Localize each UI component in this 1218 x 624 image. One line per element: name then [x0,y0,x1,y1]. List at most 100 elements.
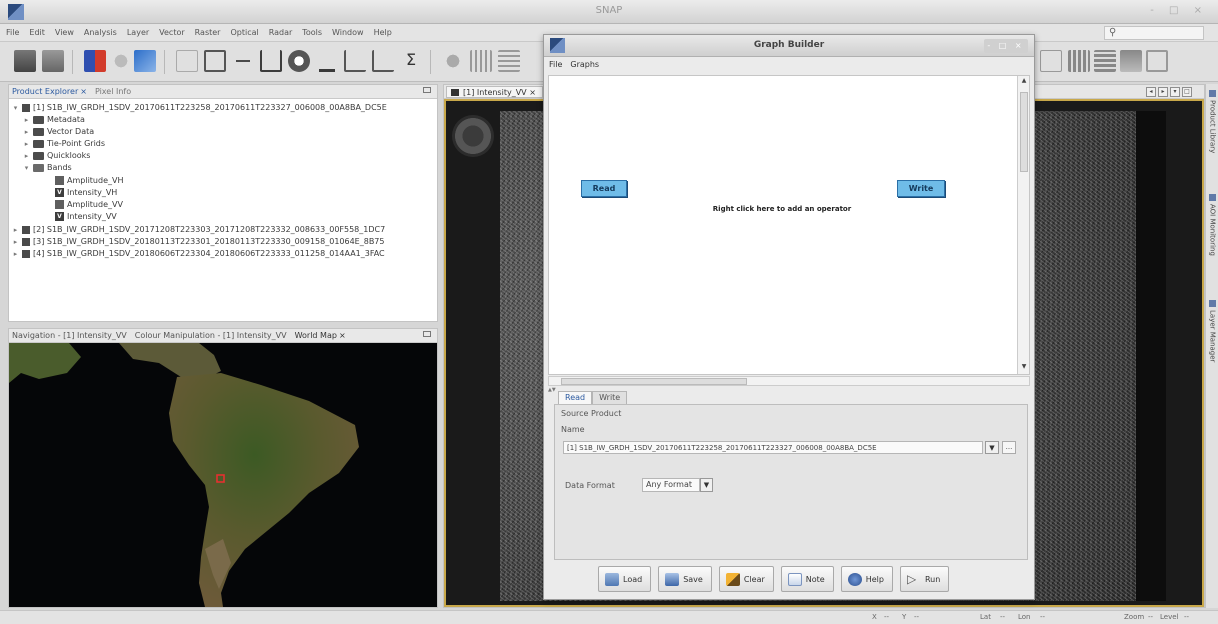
horizontal-scrollbar[interactable] [548,376,1030,386]
data-format-select[interactable]: Any Format [642,478,700,492]
expand-icon[interactable]: ▸ [23,140,30,148]
scroll-up-icon[interactable]: ▲ [1019,77,1029,87]
tree-folder-tie-point-grids[interactable]: ▸ Tie-Point Grids [23,138,105,149]
tab-aoi-monitoring[interactable]: AOI Monitoring [1207,194,1218,256]
help-button[interactable]: Help [840,566,893,592]
layout-single-icon[interactable] [1146,50,1168,72]
tree-band-amplitude-vv[interactable]: Amplitude_VV [55,199,123,210]
tree-product-4[interactable]: ▸ [4] S1B_IW_GRDH_1SDV_20180606T223304_20… [12,248,385,259]
layer-icon[interactable] [442,50,464,72]
open-product-icon[interactable] [14,50,36,72]
tree-folder-bands[interactable]: ▾ Bands [23,162,72,173]
tab-intensity-vv[interactable]: [1] Intensity_VV × [446,86,543,98]
minimize-icon[interactable] [423,331,431,337]
tab-read[interactable]: Read [558,391,593,404]
tree-band-amplitude-vh[interactable]: Amplitude_VH [55,175,123,186]
run-button[interactable]: ▷ Run [899,566,950,592]
scroll-right-icon[interactable]: ▸ [1158,87,1168,97]
tab-close-icon[interactable]: × [80,87,87,96]
search-input[interactable]: ⚲ [1104,26,1204,40]
menu-file[interactable]: File [549,60,562,69]
read-node[interactable]: Read [581,180,627,197]
menu-vector[interactable]: Vector [159,28,185,37]
scatter-plot-icon[interactable] [372,50,394,72]
menu-help[interactable]: Help [374,28,392,37]
tree-folder-metadata[interactable]: ▸ Metadata [23,114,85,125]
layout-vertical-icon[interactable] [1120,50,1142,72]
layout-tile-icon[interactable] [1068,50,1090,72]
tab-product-explorer[interactable]: Product Explorer [12,87,78,96]
expand-icon[interactable]: ▸ [23,152,30,160]
pointer-icon[interactable] [1040,50,1062,72]
overlay-icon[interactable] [498,50,520,72]
profile-plot-icon[interactable] [344,50,366,72]
note-button[interactable]: Note [780,566,834,592]
menu-radar[interactable]: Radar [269,28,293,37]
tree-band-intensity-vh[interactable]: V Intensity_VH [55,187,117,198]
session-icon[interactable] [42,50,64,72]
graph-canvas[interactable]: Read Write Right click here to add an op… [548,75,1030,375]
pin-tool-icon[interactable] [176,50,198,72]
collapse-icon[interactable]: ▾ [23,164,30,172]
load-button[interactable]: Load [598,566,652,592]
menu-optical[interactable]: Optical [230,28,258,37]
navigation-wheel-icon[interactable] [452,115,494,157]
save-button[interactable]: Save [658,566,712,592]
world-wind-icon[interactable] [134,50,156,72]
tab-pixel-info[interactable]: Pixel Info [95,87,131,96]
menu-layer[interactable]: Layer [127,28,149,37]
expand-icon[interactable]: ▸ [23,128,30,136]
edit-icon[interactable] [204,50,226,72]
tab-colour-manipulation[interactable]: Colour Manipulation - [1] Intensity_VV [135,331,287,340]
tab-write[interactable]: Write [592,391,628,404]
tree-folder-vector-data[interactable]: ▸ Vector Data [23,126,94,137]
menu-analysis[interactable]: Analysis [84,28,117,37]
tree-folder-quicklooks[interactable]: ▸ Quicklooks [23,150,91,161]
menu-graphs[interactable]: Graphs [570,60,599,69]
menu-edit[interactable]: Edit [29,28,45,37]
scrollbar-thumb[interactable] [1020,92,1028,172]
world-map-view[interactable] [9,343,437,607]
expand-icon[interactable]: ▸ [12,250,19,258]
chevron-down-icon[interactable]: ▼ [985,441,999,454]
sum-icon[interactable]: Σ [400,50,422,72]
tree-product-1[interactable]: ▾ [1] S1B_IW_GRDH_1SDV_20170611T223258_20… [12,102,387,113]
expand-icon[interactable]: ▸ [12,238,19,246]
scroll-left-icon[interactable]: ◂ [1146,87,1156,97]
information-icon[interactable] [288,50,310,72]
histogram-icon[interactable] [260,50,282,72]
expand-icon[interactable]: ▸ [12,226,19,234]
write-node[interactable]: Write [897,180,945,197]
tab-navigation[interactable]: Navigation - [1] Intensity_VV [12,331,127,340]
scroll-down-icon[interactable]: ▼ [1019,363,1029,373]
tab-product-library[interactable]: Product Library [1207,90,1218,153]
minimize-icon[interactable] [423,87,431,93]
menu-raster[interactable]: Raster [195,28,221,37]
menu-view[interactable]: View [55,28,74,37]
dialog-window-controls[interactable]: - □ × [984,39,1028,53]
spectrum-icon[interactable] [232,50,254,72]
band-maths-icon[interactable] [110,50,132,72]
clear-button[interactable]: Clear [718,566,774,592]
scrollbar-thumb[interactable] [561,378,747,385]
dropdown-icon[interactable]: ▾ [1170,87,1180,97]
grid-icon[interactable] [470,50,492,72]
tab-layer-manager[interactable]: Layer Manager [1207,300,1218,362]
vertical-scrollbar[interactable]: ▲ ▼ [1017,76,1029,374]
collapse-icon[interactable]: ▾ [12,104,19,112]
rgb-image-icon[interactable] [84,50,106,72]
tab-close-icon[interactable]: × [529,88,536,97]
layout-horizontal-icon[interactable] [1094,50,1116,72]
window-controls[interactable]: - □ × [1148,5,1208,17]
menu-tools[interactable]: Tools [302,28,322,37]
browse-button[interactable]: ... [1002,441,1016,454]
menu-file[interactable]: File [6,28,19,37]
tab-close-icon[interactable]: × [339,331,346,340]
tree-product-3[interactable]: ▸ [3] S1B_IW_GRDH_1SDV_20180113T223301_20… [12,236,385,247]
statistics-icon[interactable] [316,50,338,72]
chevron-down-icon[interactable]: ▼ [700,478,713,492]
tab-world-map[interactable]: World Map [295,331,337,340]
expand-icon[interactable]: ▸ [23,116,30,124]
source-product-select[interactable]: [1] S1B_IW_GRDH_1SDV_20170611T223258_201… [563,441,983,454]
maximize-icon[interactable]: □ [1182,87,1192,97]
